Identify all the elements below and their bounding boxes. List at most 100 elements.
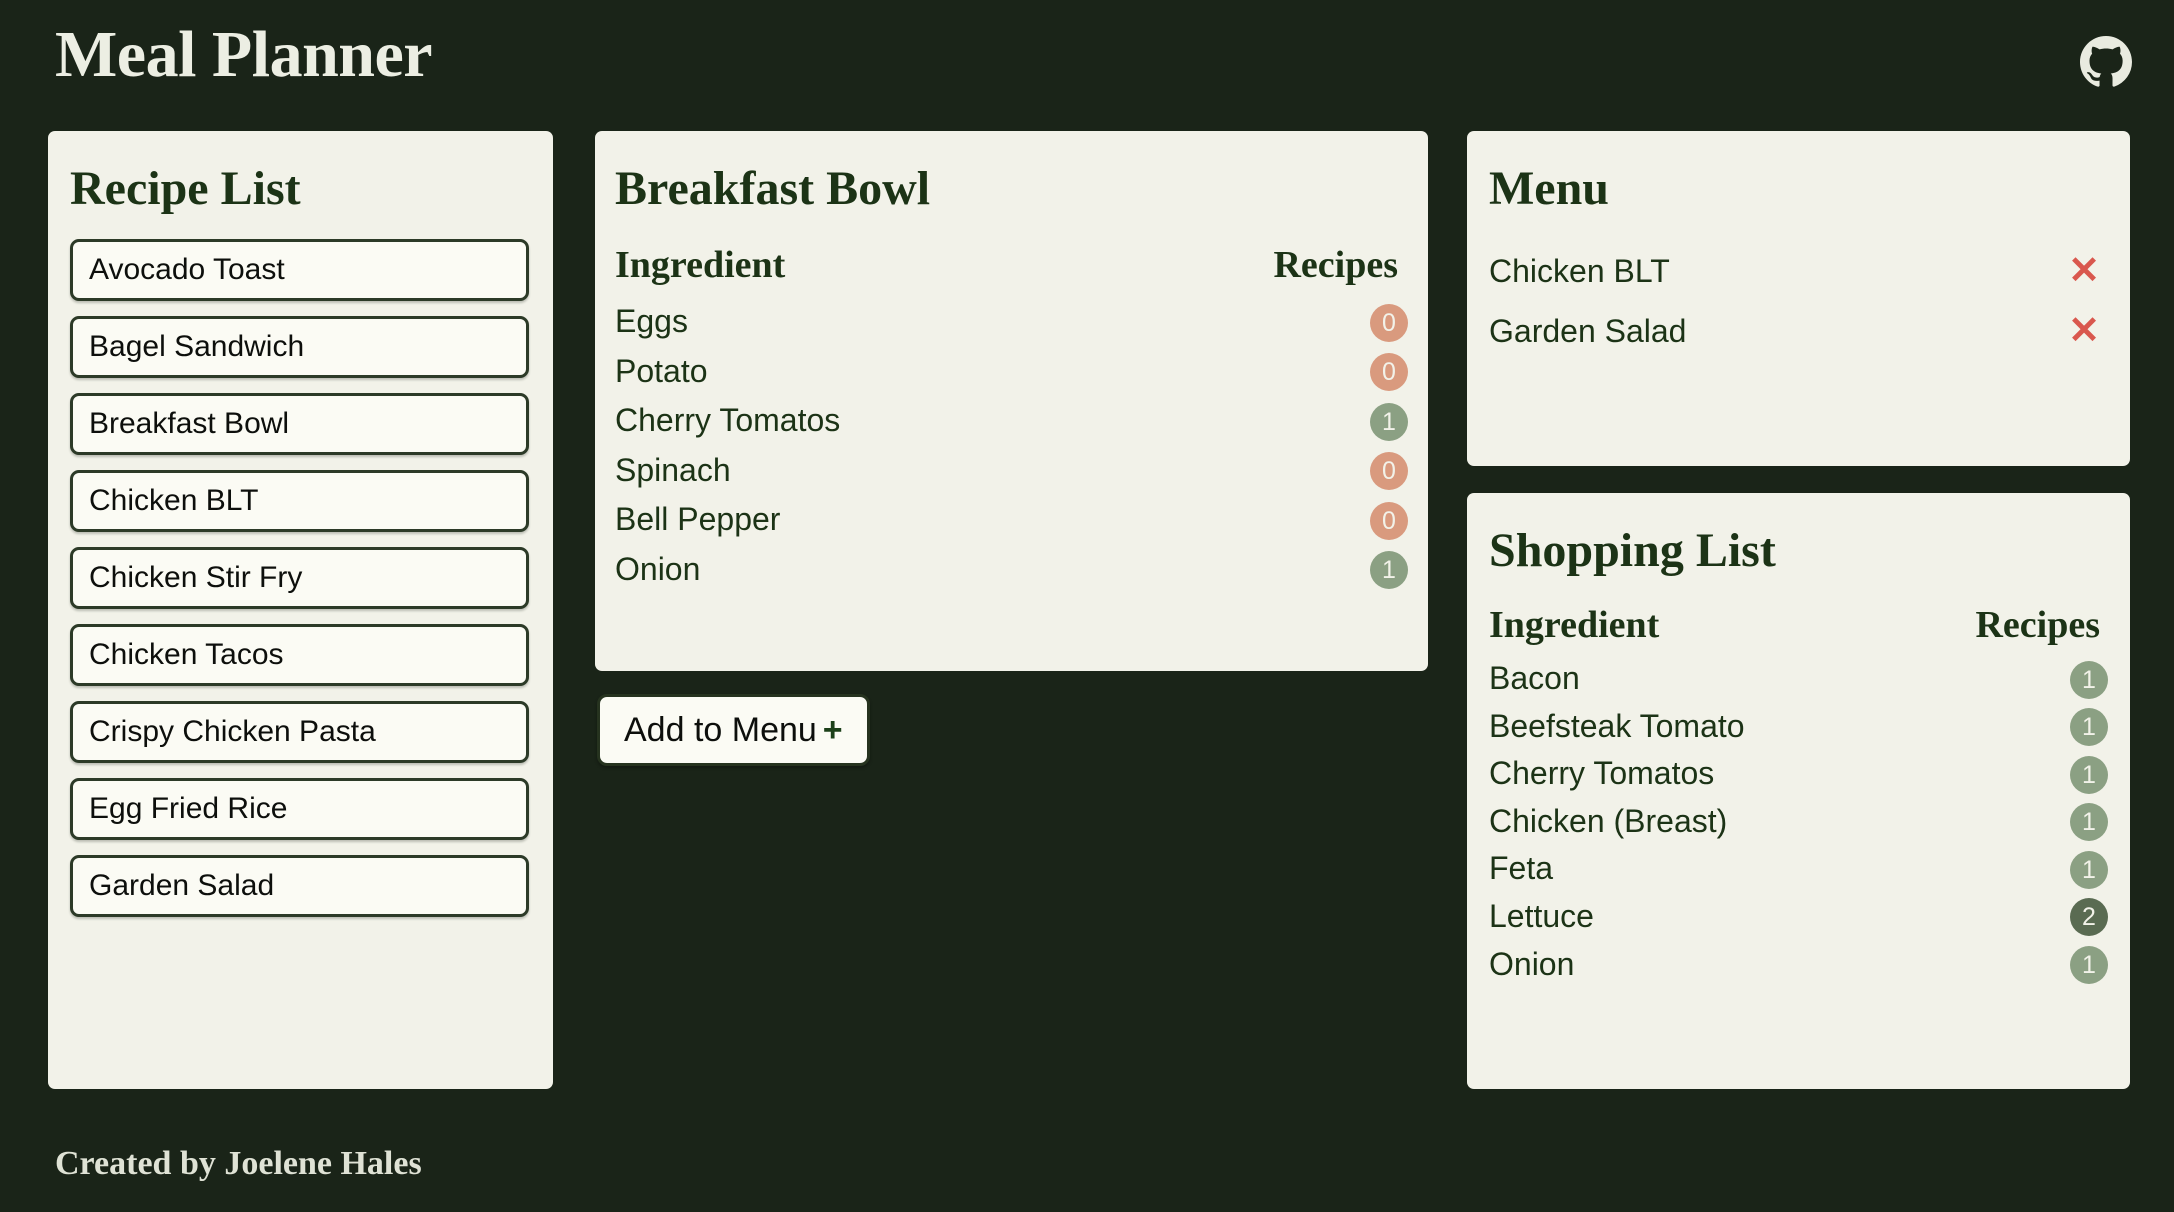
list-item: Bagel Sandwich <box>70 316 529 378</box>
ingredient-name: Eggs <box>615 303 688 340</box>
status-badge: 1 <box>2070 755 2108 794</box>
list-item: Egg Fried Rice <box>70 778 529 840</box>
column-header-ingredient: Ingredient <box>615 244 786 286</box>
column-header-recipes: Recipes <box>1273 244 1398 286</box>
status-badge: 1 <box>1370 402 1408 441</box>
table-row: Beefsteak Tomato 1 <box>1489 703 2108 751</box>
footer-credit: Created by Joelene Hales <box>55 1145 422 1182</box>
table-row: Cherry Tomatos 1 <box>1489 750 2108 798</box>
shopping-list-panel: Shopping List Ingredient Recipes Bacon 1 B… <box>1467 493 2130 1089</box>
recipe-count-cell: 0 <box>1273 347 1408 397</box>
recipe-count-cell: 2 <box>1975 893 2108 941</box>
ingredient-name: Beefsteak Tomato <box>1489 707 1745 744</box>
recipe-list-item[interactable]: Chicken Stir Fry <box>70 547 529 609</box>
recipe-list-item[interactable]: Bagel Sandwich <box>70 316 529 378</box>
recipe-count-cell: 0 <box>1273 446 1408 496</box>
menu-title: Menu <box>1489 162 1609 215</box>
status-badge: 1 <box>2070 803 2108 842</box>
table-row: Onion 1 <box>615 545 1408 595</box>
column-header-recipes: Recipes <box>1975 604 2100 646</box>
recipe-list-item[interactable]: Breakfast Bowl <box>70 393 529 455</box>
ingredient-name: Onion <box>615 551 701 587</box>
recipe-count-cell: 1 <box>1975 750 2108 798</box>
recipe-count-cell: 0 <box>1273 297 1408 347</box>
recipe-list-item[interactable]: Crispy Chicken Pasta <box>70 701 529 763</box>
recipe-count-cell: 1 <box>1273 396 1408 446</box>
menu-list-item: Chicken BLT ✕ <box>1489 241 2102 301</box>
menu-item-label: Chicken BLT <box>1489 252 1670 289</box>
ingredient-name: Cherry Tomatos <box>1489 755 1715 792</box>
close-icon[interactable]: ✕ <box>2066 252 2102 290</box>
recipe-count-cell: 1 <box>1273 545 1408 595</box>
menu-list: Chicken BLT ✕ Garden Salad ✕ <box>1467 241 2130 361</box>
shopping-list-title: Shopping List <box>1489 524 1776 577</box>
add-to-menu-button[interactable]: Add to Menu + <box>597 694 870 766</box>
table-row: Chicken (Breast) 1 <box>1489 798 2108 846</box>
recipe-count-cell: 1 <box>1975 845 2108 893</box>
table-row: Bell Pepper 0 <box>615 495 1408 545</box>
recipe-list-item[interactable]: Chicken Tacos <box>70 624 529 686</box>
ingredient-name: Bell Pepper <box>615 501 781 538</box>
shopping-list-table: Ingredient Recipes Bacon 1 Beefsteak Tomat… <box>1489 603 2108 988</box>
table-row: Cherry Tomatos 1 <box>615 396 1408 446</box>
menu-panel: Menu Chicken BLT ✕ Garden Salad ✕ <box>1467 131 2130 466</box>
table-row: Eggs 0 <box>615 297 1408 347</box>
status-badge: 0 <box>1370 353 1408 392</box>
status-badge: 1 <box>2070 850 2108 889</box>
recipe-count-cell: 1 <box>1975 655 2108 703</box>
column-header-ingredient: Ingredient <box>1489 604 1660 646</box>
recipe-list-panel: Recipe List Avocado Toast Bagel Sandwich B… <box>48 131 553 1089</box>
list-item: Chicken Stir Fry <box>70 547 529 609</box>
status-badge: 2 <box>2070 898 2108 937</box>
ingredient-name: Spinach <box>615 451 731 488</box>
table-row: Lettuce 2 <box>1489 893 2108 941</box>
recipe-detail-panel: Breakfast Bowl Ingredient Recipes Eggs 0 P… <box>595 131 1428 671</box>
ingredient-name: Cherry Tomatos <box>615 402 841 439</box>
table-row: Bacon 1 <box>1489 655 2108 703</box>
list-item: Garden Salad <box>70 855 529 917</box>
recipe-list: Avocado Toast Bagel Sandwich Breakfast Bow… <box>48 239 553 917</box>
ingredient-name: Onion <box>1489 945 1575 982</box>
recipe-count-cell: 1 <box>1975 798 2108 846</box>
close-icon[interactable]: ✕ <box>2066 312 2102 350</box>
status-badge: 0 <box>1370 303 1408 342</box>
ingredient-name: Potato <box>615 352 708 389</box>
recipe-count-cell: 1 <box>1975 703 2108 751</box>
table-header-row: Ingredient Recipes <box>1489 603 2108 655</box>
page-title: Meal Planner <box>55 18 433 91</box>
menu-item-label: Garden Salad <box>1489 312 1687 349</box>
recipe-count-cell: 1 <box>1975 940 2108 988</box>
table-row: Feta 1 <box>1489 845 2108 893</box>
status-badge: 1 <box>2070 660 2108 699</box>
ingredient-name: Lettuce <box>1489 898 1594 934</box>
table-header-row: Ingredient Recipes <box>615 243 1408 297</box>
status-badge: 0 <box>1370 501 1408 540</box>
plus-icon: + <box>822 710 843 749</box>
recipe-list-title: Recipe List <box>70 162 301 215</box>
github-icon[interactable] <box>2080 36 2132 88</box>
ingredient-name: Bacon <box>1489 660 1580 697</box>
ingredient-name: Feta <box>1489 850 1554 887</box>
status-badge: 1 <box>2070 945 2108 984</box>
status-badge: 0 <box>1370 452 1408 491</box>
list-item: Breakfast Bowl <box>70 393 529 455</box>
recipe-count-cell: 0 <box>1273 495 1408 545</box>
list-item: Chicken Tacos <box>70 624 529 686</box>
recipe-list-item[interactable]: Avocado Toast <box>70 239 529 301</box>
table-row: Onion 1 <box>1489 940 2108 988</box>
table-row: Potato 0 <box>615 347 1408 397</box>
app-header: Meal Planner <box>0 0 2174 128</box>
recipe-list-item[interactable]: Chicken BLT <box>70 470 529 532</box>
recipe-ingredient-table: Ingredient Recipes Eggs 0 Potato 0 Cherry To… <box>615 243 1408 594</box>
status-badge: 1 <box>1370 551 1408 590</box>
recipe-detail-title: Breakfast Bowl <box>615 162 931 215</box>
table-row: Spinach 0 <box>615 446 1408 496</box>
status-badge: 1 <box>2070 708 2108 747</box>
add-to-menu-label: Add to Menu <box>624 710 817 749</box>
list-item: Chicken BLT <box>70 470 529 532</box>
recipe-list-item[interactable]: Egg Fried Rice <box>70 778 529 840</box>
recipe-list-item[interactable]: Garden Salad <box>70 855 529 917</box>
list-item: Crispy Chicken Pasta <box>70 701 529 763</box>
menu-list-item: Garden Salad ✕ <box>1489 301 2102 361</box>
ingredient-name: Chicken (Breast) <box>1489 802 1728 839</box>
